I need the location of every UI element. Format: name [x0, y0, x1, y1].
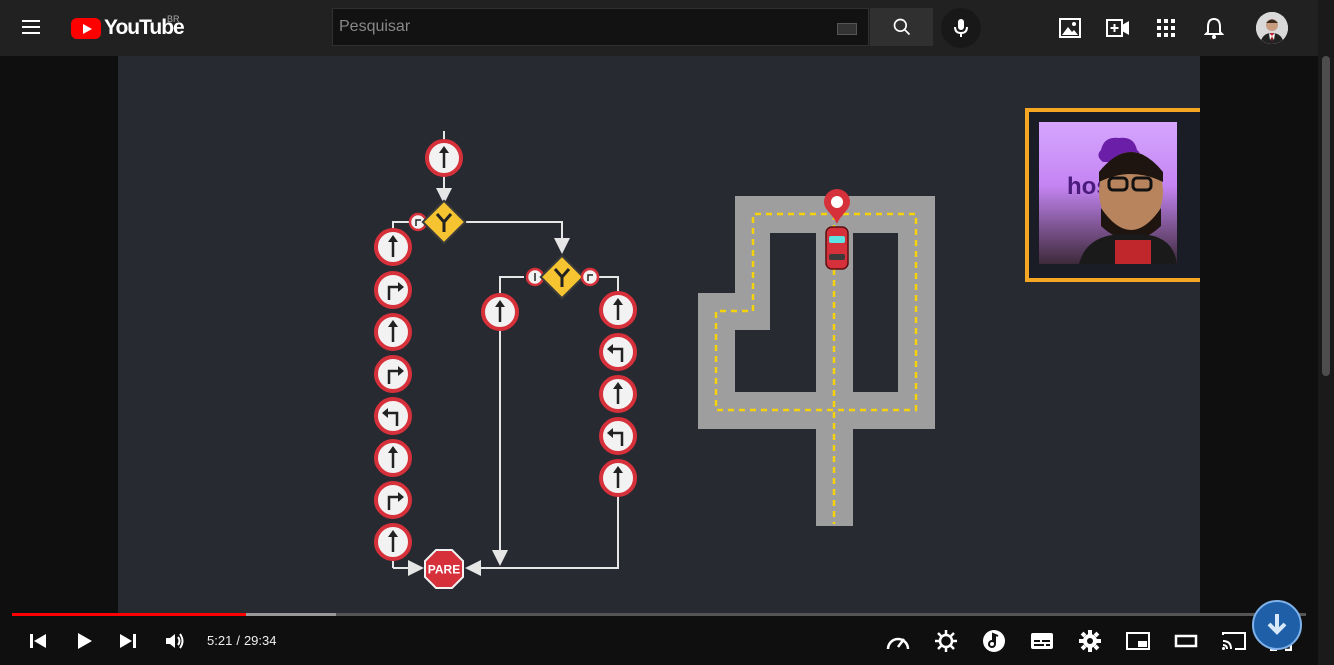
car-icon	[825, 226, 849, 270]
search-input[interactable]	[332, 8, 869, 46]
stop-sign: PARE	[424, 549, 464, 589]
scrollbar-thumb[interactable]	[1322, 56, 1330, 376]
play-button[interactable]	[71, 628, 97, 654]
download-overlay-button[interactable]	[1252, 600, 1302, 650]
presenter-image: hos	[1039, 122, 1177, 264]
next-button[interactable]	[115, 628, 141, 654]
bell-icon[interactable]	[1202, 16, 1226, 40]
image-icon[interactable]	[1058, 16, 1082, 40]
subtitles-button[interactable]	[1029, 628, 1055, 654]
cast-button[interactable]	[1221, 628, 1247, 654]
next-icon	[120, 634, 136, 648]
sign-fork-diamond-2	[539, 254, 585, 300]
volume-icon	[166, 633, 184, 649]
masthead: YouTube BR	[0, 0, 1334, 56]
previous-icon	[30, 634, 46, 648]
avatar[interactable]	[1256, 12, 1288, 44]
apps-grid-icon[interactable]	[1154, 16, 1178, 40]
stop-sign-text: PARE	[428, 563, 460, 577]
previous-button[interactable]	[25, 628, 51, 654]
music-button[interactable]	[981, 628, 1007, 654]
music-note-icon	[983, 630, 1005, 652]
miniplayer-icon	[1126, 632, 1150, 650]
search-button[interactable]	[870, 8, 933, 46]
time-separator: /	[236, 633, 240, 648]
region-code: BR	[167, 14, 180, 24]
keyboard-icon[interactable]	[837, 23, 857, 35]
miniplayer-button[interactable]	[1125, 628, 1151, 654]
voice-search-button[interactable]	[941, 8, 981, 48]
volume-button[interactable]	[162, 628, 188, 654]
download-arrow-icon	[1267, 614, 1287, 635]
video-player[interactable]: PARE hos	[118, 56, 1200, 616]
hamburger-icon[interactable]	[22, 16, 50, 40]
sign-straight-top	[425, 139, 463, 177]
play-icon	[78, 633, 92, 649]
sign-column-left	[374, 228, 412, 561]
cast-icon	[1222, 632, 1246, 650]
microphone-icon	[954, 19, 968, 37]
flowchart-connectors	[392, 131, 619, 576]
settings-button[interactable]	[1077, 628, 1103, 654]
playback-speed-button[interactable]	[885, 628, 911, 654]
sign-column-right	[599, 291, 637, 497]
theater-mode-button[interactable]	[1173, 628, 1199, 654]
sign-fork-diamond	[421, 199, 467, 245]
theater-icon	[1174, 634, 1198, 648]
video-add-icon[interactable]	[1106, 16, 1130, 40]
sign-small-right	[580, 267, 600, 287]
search-icon	[893, 18, 910, 36]
facecam-overlay: hos	[1025, 108, 1200, 282]
road-map	[698, 189, 935, 526]
progress-played[interactable]	[12, 613, 246, 616]
autoplay-settings-button[interactable]	[933, 628, 959, 654]
youtube-logo[interactable]: YouTube BR	[71, 14, 185, 40]
subtitles-icon	[1031, 633, 1053, 649]
settings-sun-icon	[935, 630, 957, 652]
youtube-play-icon	[71, 17, 101, 39]
speedometer-icon	[886, 637, 910, 650]
duration: 29:34	[243, 633, 277, 648]
search-box	[332, 8, 933, 48]
gear-icon	[1079, 630, 1101, 652]
time-display: 5:21/29:34	[205, 633, 278, 648]
current-time: 5:21	[207, 633, 233, 648]
page-scrollbar[interactable]	[1318, 0, 1334, 665]
sign-straight-mid	[481, 293, 519, 331]
